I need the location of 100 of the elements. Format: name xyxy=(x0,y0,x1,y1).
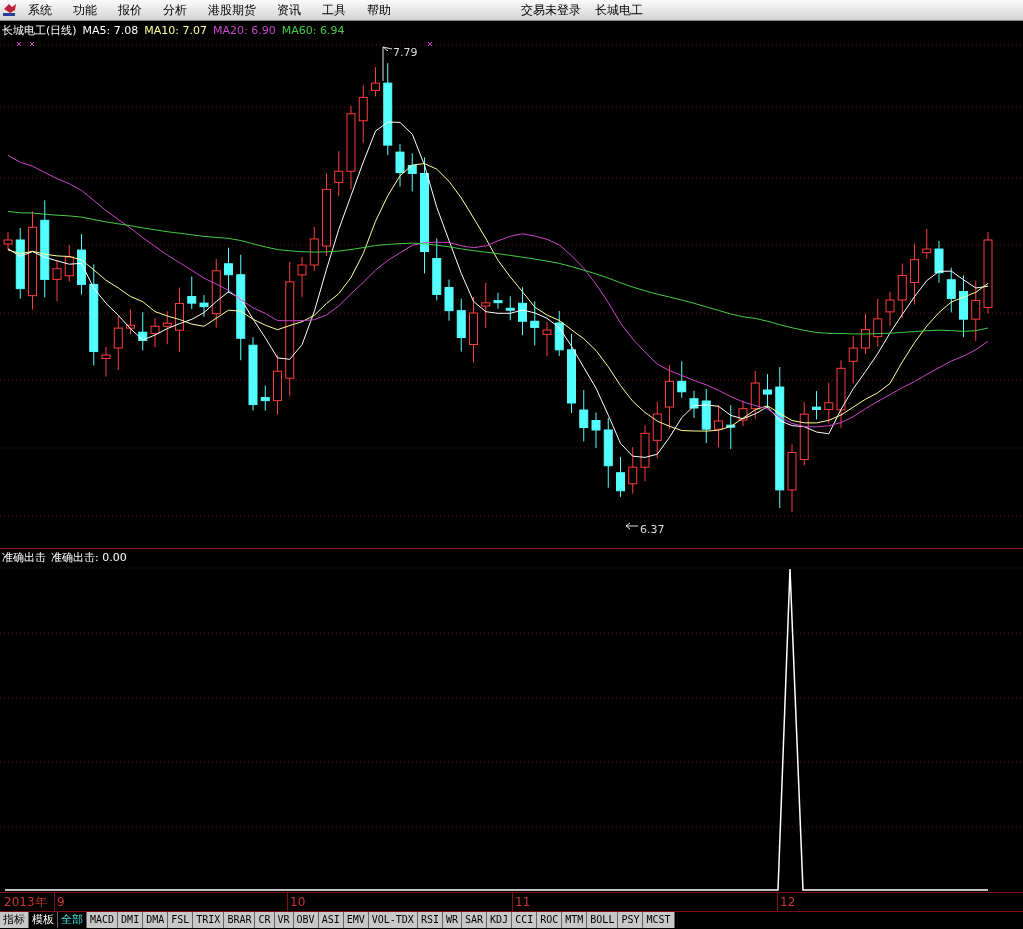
indicator-tab[interactable]: CCI xyxy=(512,912,538,928)
candlestick xyxy=(52,260,62,302)
candlestick xyxy=(505,295,515,321)
cross-mark-icon xyxy=(427,41,433,47)
indicator-tab[interactable]: RSI xyxy=(417,912,443,928)
candlestick xyxy=(175,287,184,353)
menu-item[interactable]: 资讯 xyxy=(277,1,301,19)
indicator-tab[interactable]: DMA xyxy=(143,912,169,928)
candlestick xyxy=(260,385,270,412)
panel-tab[interactable]: 模板 xyxy=(29,912,58,928)
candlestick xyxy=(77,233,86,295)
candlestick xyxy=(481,282,491,329)
candlestick xyxy=(113,315,123,371)
candlestick xyxy=(934,240,944,284)
indicator-tab[interactable]: TRIX xyxy=(193,912,225,928)
indicator-value: 准确出击: 0.00 xyxy=(51,551,127,565)
moving-average-label: MA20: 6.90 xyxy=(213,24,276,38)
indicator-tab[interactable]: EMV xyxy=(343,912,369,928)
indicator-tab[interactable]: FSL xyxy=(168,912,194,928)
menu-item[interactable]: 港股期货 xyxy=(208,1,256,19)
leader-line xyxy=(625,522,639,530)
candlestick xyxy=(750,370,760,420)
moving-average-label: MA5: 7.08 xyxy=(82,24,139,38)
axis-label: 10 xyxy=(290,894,306,910)
panel-tab[interactable]: 指标 xyxy=(0,912,29,928)
candlestick xyxy=(885,291,895,327)
stock-title: 长城电工(日线) xyxy=(2,24,77,38)
candlestick xyxy=(799,401,809,466)
candlestick xyxy=(714,404,723,448)
candlestick xyxy=(726,404,736,450)
axis-label: 11 xyxy=(515,894,531,910)
moving-average-label: MA10: 7.07 xyxy=(144,24,208,38)
indicator-tab[interactable]: OBV xyxy=(293,912,319,928)
cross-mark-icon xyxy=(29,41,35,47)
candlestick xyxy=(199,294,209,318)
candlestick xyxy=(542,321,552,357)
candlestick xyxy=(701,388,711,444)
candlestick xyxy=(64,244,74,283)
candlestick xyxy=(946,267,956,313)
candlestick xyxy=(689,390,699,419)
candlestick xyxy=(187,276,197,310)
indicator-tab[interactable]: CR xyxy=(255,912,275,928)
menu-item[interactable]: 帮助 xyxy=(367,1,391,19)
indicator-tab[interactable]: BOLL xyxy=(587,912,619,928)
candlestick xyxy=(138,311,148,351)
menu-item[interactable]: 系统 xyxy=(28,1,52,19)
low-price-label: 6.37 xyxy=(640,522,665,538)
indicator-tab[interactable]: DMI xyxy=(118,912,144,928)
indicator-name: 准确出击 xyxy=(2,551,46,565)
candlestick xyxy=(824,382,834,424)
leader-line xyxy=(382,46,393,82)
indicator-tab[interactable]: VOL-TDX xyxy=(368,912,418,928)
candlestick xyxy=(640,424,650,482)
candlestick xyxy=(297,256,307,298)
menu-item[interactable]: 工具 xyxy=(322,1,346,19)
candlestick xyxy=(150,317,160,348)
candlestick xyxy=(971,279,981,342)
high-price-label: 7.79 xyxy=(393,45,418,61)
app-logo-icon[interactable] xyxy=(2,3,18,17)
indicator-tab[interactable]: SAR xyxy=(462,912,488,928)
cross-mark-icon xyxy=(16,41,22,47)
candlestick xyxy=(897,263,907,319)
candlestick xyxy=(530,300,540,346)
indicator-tab[interactable]: BRAR xyxy=(224,912,256,928)
indicator-tab[interactable]: MACD xyxy=(87,912,119,928)
candlestick xyxy=(910,243,919,305)
candlestick xyxy=(603,417,613,489)
candlestick xyxy=(493,292,503,310)
candlestick xyxy=(959,274,968,338)
indicator-tab[interactable]: KDJ xyxy=(487,912,513,928)
candlestick xyxy=(444,279,454,322)
candlestick xyxy=(836,359,846,429)
menu-item[interactable]: 分析 xyxy=(163,1,187,19)
indicator-tab[interactable]: WR xyxy=(442,912,462,928)
menu-item[interactable]: 功能 xyxy=(73,1,97,19)
candlestick xyxy=(591,412,601,449)
indicator-tab[interactable]: PSY xyxy=(618,912,644,928)
indicator-tab[interactable]: MTM xyxy=(562,912,588,928)
candlestick xyxy=(812,390,821,420)
candlestick xyxy=(579,389,589,442)
status-text: 长城电工 xyxy=(595,2,643,19)
indicator-tab[interactable]: MCST xyxy=(643,912,675,928)
indicator-tab[interactable]: ROC xyxy=(537,912,563,928)
axis-label: 2013年 xyxy=(4,894,47,910)
candlestick xyxy=(101,346,111,377)
candlestick xyxy=(848,335,858,384)
candlestick xyxy=(554,310,564,357)
indicator-tab[interactable]: 全部 xyxy=(58,912,87,928)
candlestick xyxy=(407,153,417,192)
candlestick xyxy=(358,84,368,144)
indicator-tab[interactable]: ASI xyxy=(318,912,344,928)
menu-item[interactable]: 报价 xyxy=(118,1,142,19)
candlestick xyxy=(616,456,625,498)
candlestick xyxy=(126,308,135,335)
candlestick xyxy=(787,444,797,513)
candlestick xyxy=(873,298,883,348)
moving-average-label: MA60: 6.94 xyxy=(281,24,345,38)
candlestick xyxy=(3,231,13,251)
candlestick xyxy=(922,228,932,260)
candlestick xyxy=(738,400,748,427)
